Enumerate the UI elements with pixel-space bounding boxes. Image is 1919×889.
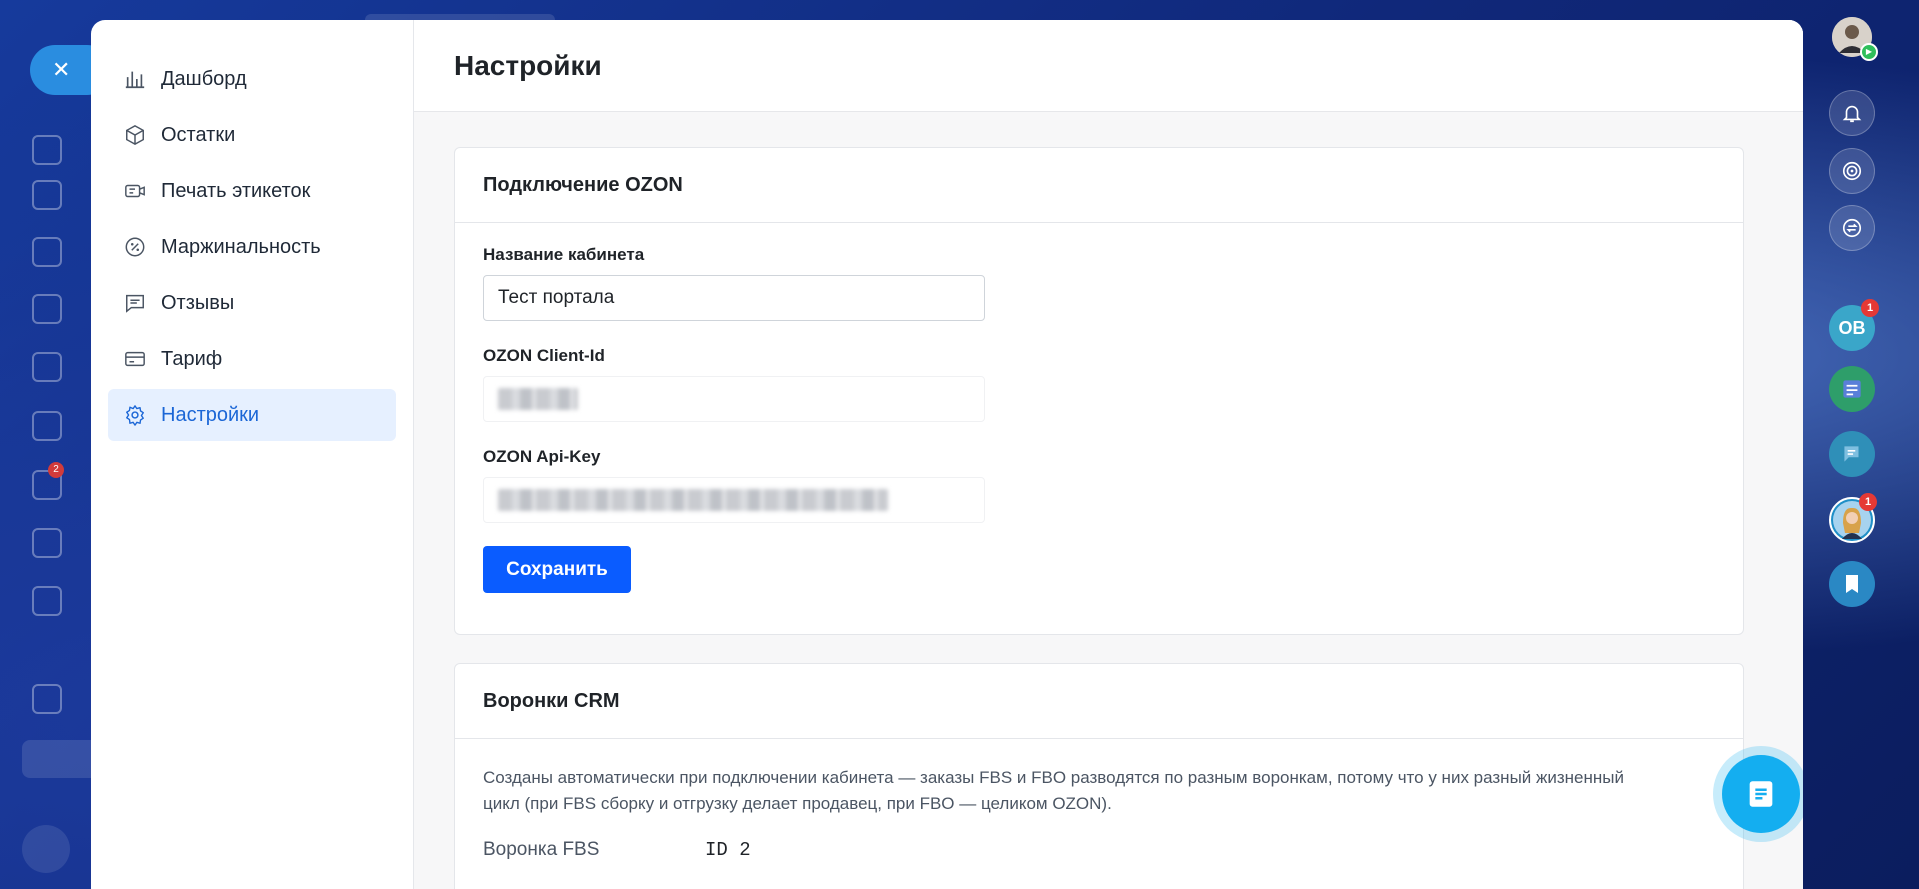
ozon-card-body: Название кабинета Тест портала OZON Clie… xyxy=(455,223,1743,615)
api-key-input[interactable] xyxy=(483,477,985,523)
user-avatar[interactable]: ▶ xyxy=(1832,17,1878,61)
crm-funnels-card: Воронки CRM Созданы автоматически при по… xyxy=(454,663,1744,889)
chat-list-button[interactable] xyxy=(1829,366,1875,412)
bg-nav-icon xyxy=(32,684,62,714)
crm-card-body: Созданы автоматически при подключении ка… xyxy=(455,739,1743,839)
sidebar-item-reviews[interactable]: Отзывы xyxy=(108,277,396,329)
online-status-icon: ▶ xyxy=(1860,43,1878,61)
chat-ob-label: OB xyxy=(1838,317,1866,338)
close-icon: ✕ xyxy=(52,57,71,82)
comment-icon xyxy=(123,291,147,315)
settings-main: Настройки Подключение OZON Название каби… xyxy=(414,20,1803,889)
sidebar-item-label: Дашборд xyxy=(161,67,247,90)
contact-avatar-badge: 1 xyxy=(1859,493,1877,511)
bg-nav-circle xyxy=(22,825,70,873)
sync-chat-button[interactable] xyxy=(1829,205,1875,251)
save-button[interactable]: Сохранить xyxy=(483,546,631,593)
settings-sidebar: Дашборд Остатки Печать этикеток Маржинал… xyxy=(91,20,414,889)
bg-nav-badge: 2 xyxy=(48,462,64,478)
sidebar-item-label: Тариф xyxy=(161,347,223,370)
exchange-icon xyxy=(1842,218,1862,238)
label-icon xyxy=(123,179,147,203)
settings-panel: Дашборд Остатки Печать этикеток Маржинал… xyxy=(91,20,1803,889)
sidebar-item-label: Маржинальность xyxy=(161,235,321,258)
crm-funnel-row: Воронка FBS ID 2 xyxy=(455,839,1743,861)
background-left-nav: 2 xyxy=(0,0,102,889)
cabinet-name-input[interactable]: Тест портала xyxy=(483,275,985,321)
sidebar-item-label: Отзывы xyxy=(161,291,235,314)
sidebar-item-dashboard[interactable]: Дашборд xyxy=(108,53,396,105)
sidebar-item-margin[interactable]: Маржинальность xyxy=(108,221,396,273)
page-header: Настройки xyxy=(414,20,1803,112)
api-key-label: OZON Api-Key xyxy=(483,447,601,466)
feedback-fab[interactable] xyxy=(1713,746,1803,842)
crm-funnel-value: ID 2 xyxy=(705,839,751,861)
bg-nav-icon xyxy=(32,352,62,382)
gear-icon xyxy=(123,403,147,427)
sidebar-item-label: Настройки xyxy=(161,403,260,426)
percent-icon xyxy=(123,235,147,259)
bg-nav-icon xyxy=(32,586,62,616)
bell-icon xyxy=(1842,105,1862,123)
api-key-redacted xyxy=(498,489,888,511)
document-lines-icon xyxy=(1749,781,1773,807)
bg-nav-icon xyxy=(32,411,62,441)
sidebar-item-label: Остатки xyxy=(161,123,236,146)
notifications-button[interactable] xyxy=(1829,90,1875,136)
ozon-card-title: Подключение OZON xyxy=(455,148,1743,223)
bg-nav-strip xyxy=(22,740,102,778)
right-rail: ▶ OB 1 1 xyxy=(1802,0,1919,889)
bg-nav-icon xyxy=(32,294,62,324)
sidebar-item-stock[interactable]: Остатки xyxy=(108,109,396,161)
client-id-input[interactable] xyxy=(483,376,985,422)
client-id-label: OZON Client-Id xyxy=(483,346,605,365)
client-id-redacted xyxy=(498,388,578,410)
sidebar-item-label: Печать этикеток xyxy=(161,179,311,202)
bookmark-icon xyxy=(1846,575,1858,593)
bar-chart-icon xyxy=(123,67,147,91)
box-icon xyxy=(123,123,147,147)
chat-messages-button[interactable] xyxy=(1829,431,1875,477)
crm-card-title: Воронки CRM xyxy=(455,664,1743,739)
card-icon xyxy=(123,347,147,371)
chat-bubble-icon xyxy=(1843,446,1859,462)
target-icon xyxy=(1842,161,1862,181)
bg-nav-icon xyxy=(32,180,62,210)
bg-nav-icon xyxy=(32,528,62,558)
sidebar-item-tariff[interactable]: Тариф xyxy=(108,333,396,385)
crm-description: Созданы автоматически при подключении ка… xyxy=(483,768,1625,813)
bg-nav-icon xyxy=(32,135,62,165)
chat-ob-badge: 1 xyxy=(1861,299,1879,317)
feedback-fab-inner xyxy=(1722,755,1800,833)
contact-avatar-button[interactable]: 1 xyxy=(1829,493,1877,543)
cabinet-name-label: Название кабинета xyxy=(483,245,645,264)
activity-button[interactable] xyxy=(1829,148,1875,194)
sidebar-item-settings[interactable]: Настройки xyxy=(108,389,396,441)
bg-nav-icon xyxy=(32,237,62,267)
bookmark-button[interactable] xyxy=(1829,561,1875,607)
ozon-connection-card: Подключение OZON Название кабинета Тест … xyxy=(454,147,1744,635)
list-card-icon xyxy=(1843,380,1861,398)
crm-funnel-key: Воронка FBS xyxy=(483,839,600,860)
sidebar-item-labels[interactable]: Печать этикеток xyxy=(108,165,396,217)
page-title: Настройки xyxy=(454,49,602,81)
chat-ob-button[interactable]: OB 1 xyxy=(1829,299,1879,351)
